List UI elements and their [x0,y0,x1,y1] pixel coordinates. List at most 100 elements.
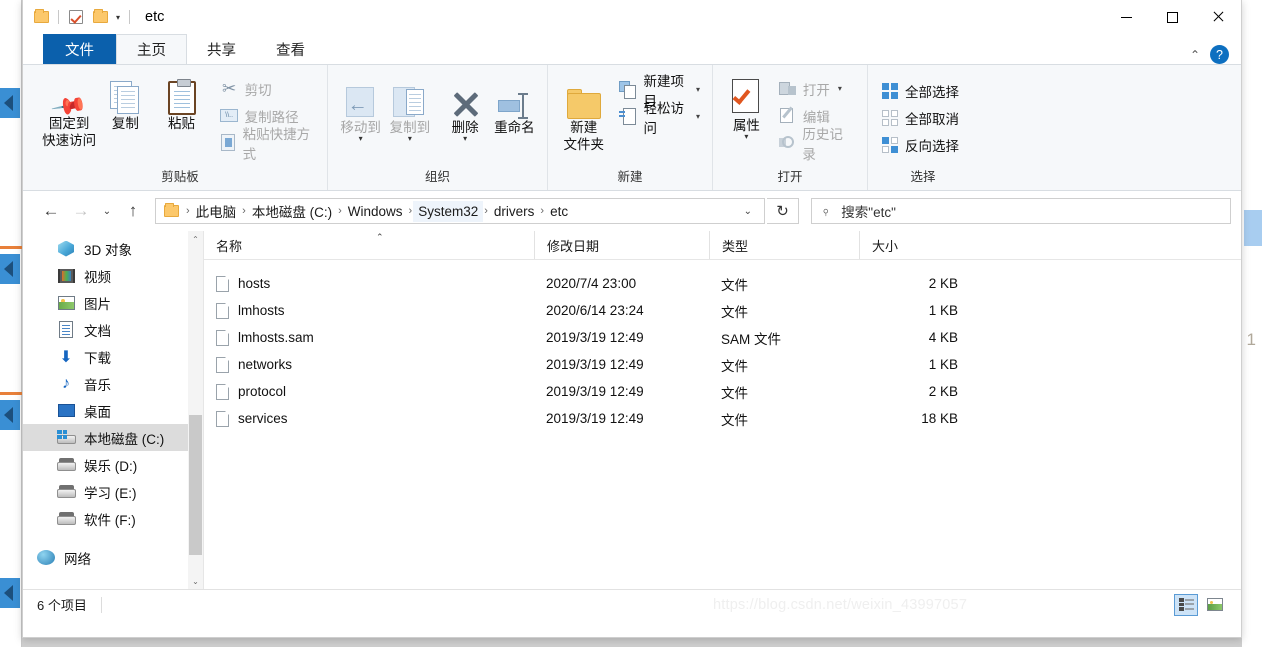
view-mode-buttons [1174,593,1241,616]
sidebar-item-label: 视频 [84,269,111,285]
group-label-organize: 组织 [424,170,450,184]
breadcrumb-item-2[interactable]: Windows [343,201,408,222]
cell-modified: 2020/6/14 23:24 [546,303,644,318]
search-placeholder: 搜索"etc" [841,205,896,220]
sidebar-item-drive-f[interactable]: 软件 (F:) [23,505,203,532]
sidebar-item-downloads[interactable]: ⬇ 下载 [23,343,203,370]
file-icon [216,356,229,373]
breadcrumb-item-4[interactable]: drivers [489,201,540,222]
sidebar-item-network[interactable]: 网络 [23,544,203,571]
recent-locations-button[interactable]: ⌄ [97,197,117,225]
navpane-scrollbar[interactable]: ⌃ ⌄ [188,231,203,589]
breadcrumb-item-0[interactable]: 此电脑 [191,198,242,224]
new-folder-button[interactable]: 新建 文件夹 [556,75,611,153]
sidebar-item-pictures[interactable]: 图片 [23,289,203,316]
copy-button[interactable]: 复制 [97,71,153,132]
tab-file[interactable]: 文件 [43,34,116,64]
table-row[interactable]: lmhosts.sam 2019/3/19 12:49 SAM 文件 4 KB [204,324,1241,351]
invert-selection-button[interactable]: 反向选择 [876,132,963,157]
pin-icon: 📌 [50,87,89,125]
pin-to-quick-access-button[interactable]: 📌 固定到 快速访问 [41,71,97,149]
network-icon [37,549,55,567]
sidebar-item-drive-e[interactable]: 学习 (E:) [23,478,203,505]
table-row[interactable]: protocol 2019/3/19 12:49 文件 2 KB [204,378,1241,405]
breadcrumb-item-3[interactable]: System32 [413,200,484,222]
sidebar-item-videos[interactable]: 视频 [23,262,203,289]
cell-size: 2 KB [928,276,958,291]
sidebar-item-documents[interactable]: 文档 [23,316,203,343]
search-input[interactable]: ⌕ 搜索"etc" [811,198,1231,224]
chevron-up-icon[interactable]: ⌃ [188,231,203,247]
column-header-modified[interactable]: 修改日期 [534,231,709,259]
select-none-button[interactable]: 全部取消 [876,105,963,130]
sidebar-item-label: 图片 [84,296,111,312]
column-header-name[interactable]: 名称 [204,231,534,259]
ribbon-group-clipboard: 📌 固定到 快速访问 复制 粘贴 ✂ 剪切 \\.. 复制路径 粘贴快捷方式 剪… [33,65,328,190]
properties-checkbox-icon[interactable] [64,5,88,29]
chevron-up-icon[interactable]: ⌃ [1190,48,1200,62]
file-name: lmhosts [238,303,285,318]
background-arrow-icon [0,254,20,284]
details-view-button[interactable] [1174,593,1198,616]
cell-name: services [204,410,534,427]
background-arrow-icon [0,88,20,118]
new-folder-icon[interactable] [88,5,112,29]
delete-button[interactable]: 删除 ▾ [441,75,490,143]
move-to-button[interactable]: ← 移动到 ▾ [336,75,385,143]
sidebar-item-local-disk-c[interactable]: 本地磁盘 (C:) [23,424,203,451]
select-all-button[interactable]: 全部选择 [876,78,963,103]
rename-button[interactable]: 重命名 [490,75,539,136]
help-button[interactable]: ? [1210,45,1229,64]
table-row[interactable]: hosts 2020/7/4 23:00 文件 2 KB [204,270,1241,297]
table-row[interactable]: lmhosts 2020/6/14 23:24 文件 1 KB [204,297,1241,324]
file-name: lmhosts.sam [238,330,314,345]
copy-to-button[interactable]: 复制到 ▾ [385,75,434,143]
open-button[interactable]: 打开 ▾ [774,76,859,101]
ribbon-tabs: 文件 主页 共享 查看 ⌃ ? [23,34,1241,64]
minimize-icon [1120,16,1132,18]
minimize-button[interactable] [1103,0,1149,34]
folder-icon[interactable] [29,5,53,29]
refresh-button[interactable]: ↻ [767,198,799,224]
maximize-button[interactable] [1149,0,1195,34]
close-button[interactable] [1195,0,1241,34]
button-label: 剪切 [244,82,272,98]
tab-share[interactable]: 共享 [187,34,256,64]
paste-shortcut-button[interactable]: 粘贴快捷方式 [216,127,319,162]
group-label-select: 选择 [910,170,936,184]
sidebar-item-label: 下载 [84,350,111,366]
breadcrumb-item-5[interactable]: etc [545,201,573,222]
breadcrumb-item-1[interactable]: 本地磁盘 (C:) [247,198,337,224]
large-icons-view-button[interactable] [1203,594,1227,616]
sidebar-item-desktop[interactable]: 桌面 [23,397,203,424]
scrollbar-thumb[interactable] [189,415,202,555]
drive-icon [57,510,76,528]
cut-button[interactable]: ✂ 剪切 [216,76,319,101]
tab-view[interactable]: 查看 [256,34,325,64]
chevron-down-icon[interactable]: ▾ [112,13,124,22]
table-row[interactable]: networks 2019/3/19 12:49 文件 1 KB [204,351,1241,378]
cell-name: lmhosts [204,302,534,319]
chevron-down-icon[interactable]: ⌄ [188,573,203,589]
divider [58,10,59,24]
sidebar-item-drive-d[interactable]: 娱乐 (D:) [23,451,203,478]
history-button[interactable]: 历史记录 [774,127,859,162]
watermark-text: https://blog.csdn.net/weixin_43997057 [713,597,968,613]
up-button[interactable]: ↑ [119,197,147,225]
sidebar-item-3d-objects[interactable]: 3D 对象 [23,235,203,262]
back-button[interactable]: ← [37,197,65,225]
forward-button[interactable]: → [67,197,95,225]
ribbon: 📌 固定到 快速访问 复制 粘贴 ✂ 剪切 \\.. 复制路径 粘贴快捷方式 剪… [23,64,1241,191]
column-header-type[interactable]: 类型 [709,231,859,259]
column-header-size[interactable]: 大小 [859,231,972,259]
breadcrumb[interactable]: › 此电脑 › 本地磁盘 (C:) › Windows › System32 ›… [155,198,765,224]
chevron-down-icon[interactable]: ⌄ [736,206,760,217]
table-row[interactable]: services 2019/3/19 12:49 文件 18 KB [204,405,1241,432]
tab-home[interactable]: 主页 [116,34,187,64]
ribbon-group-organize: ← 移动到 ▾ 复制到 ▾ 删除 ▾ 重命名 组织 [328,65,548,190]
paste-button[interactable]: 粘贴 [153,71,209,132]
properties-button[interactable]: 属性 ▾ [721,73,772,141]
easy-access-button[interactable]: 轻松访问 ▾ [615,101,704,136]
details-view-icon [1178,598,1194,611]
sidebar-item-music[interactable]: ♪ 音乐 [23,370,203,397]
